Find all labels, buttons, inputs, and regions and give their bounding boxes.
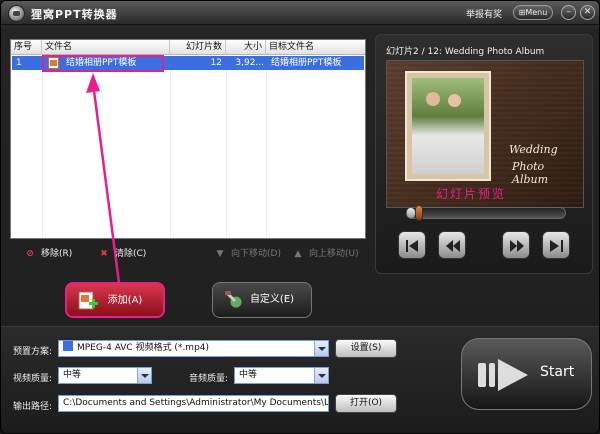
prev-slide-button[interactable]	[438, 231, 466, 259]
audio-quality-value: 中等	[239, 370, 258, 380]
rewind-icon	[446, 240, 460, 252]
wedding-photo	[412, 78, 484, 174]
preset-label: 预置方案:	[13, 347, 53, 357]
remove-button[interactable]: ⊘ 移除(R)	[24, 247, 72, 261]
chevron-down-icon	[314, 368, 328, 383]
start-arrow-icon	[478, 359, 528, 391]
next-slide-button[interactable]	[502, 231, 530, 259]
list-actions-bar: ⊘ 移除(R) ✖ 清除(C) ▼ 向下移动(D) ▲ 向上移动(U)	[10, 245, 366, 263]
arrow-down-icon: ▼	[216, 249, 224, 259]
tools-icon	[224, 290, 243, 309]
start-button[interactable]: Start	[461, 338, 592, 410]
clear-icon: ✖	[100, 249, 108, 259]
move-up-button[interactable]: ▲ 向上移动(U)	[292, 247, 359, 261]
preview-slider[interactable]	[406, 205, 566, 221]
audio-quality-select[interactable]: 中等	[234, 367, 329, 384]
output-path-value: C:\Documents and Settings\Administrator\…	[63, 398, 329, 408]
no-entry-icon: ⊘	[26, 249, 34, 259]
output-path-input[interactable]: C:\Documents and Settings\Administrator\…	[58, 395, 329, 412]
audio-quality-label: 音频质量:	[189, 374, 229, 384]
clear-button[interactable]: ✖ 清除(C)	[98, 247, 146, 261]
start-label: Start	[540, 364, 575, 380]
video-quality-select[interactable]: 中等	[58, 367, 152, 384]
fast-forward-icon	[510, 240, 524, 252]
slide-text-1: Wedding	[509, 143, 558, 156]
preset-value: MPEG-4 AVC 视频格式 (*.mp4)	[77, 343, 210, 353]
first-slide-button[interactable]	[398, 231, 426, 259]
skip-forward-icon	[550, 240, 563, 252]
settings-button[interactable]: 设置(S)	[335, 339, 397, 358]
clear-label: 清除(C)	[115, 249, 147, 259]
move-up-label: 向上移动(U)	[309, 249, 359, 259]
add-ppt-icon	[78, 291, 98, 310]
video-quality-label: 视频质量:	[13, 374, 53, 384]
preset-select[interactable]: MPEG-4 AVC 视频格式 (*.mp4)	[58, 340, 329, 357]
app-window: 狸窝PPT转换器 举报有奖 ⊞Menu – ✕ 序号 文件名 幻灯片数 大小 目…	[0, 0, 600, 434]
preview-label: 幻灯片预览	[436, 187, 507, 201]
video-quality-value: 中等	[63, 370, 82, 380]
custom-button[interactable]: 自定义(E)	[212, 282, 312, 318]
remove-label: 移除(R)	[41, 249, 73, 259]
preview-slider-thumb[interactable]	[415, 205, 423, 221]
preview-title: 幻灯片2 / 12: Wedding Photo Album	[386, 47, 545, 57]
move-down-button[interactable]: ▼ 向下移动(D)	[214, 247, 281, 261]
preview-slider-fill	[407, 208, 415, 218]
chevron-down-icon	[314, 341, 328, 356]
chevron-down-icon	[137, 368, 151, 383]
arrow-up-icon: ▲	[294, 249, 302, 259]
skip-back-icon	[406, 240, 418, 252]
video-format-icon	[63, 341, 73, 351]
slide-text-2: Photo Album	[512, 160, 549, 186]
add-button[interactable]: 添加(A)	[65, 282, 165, 318]
preview-panel: 幻灯片2 / 12: Wedding Photo Album Wedding P…	[375, 34, 593, 274]
photo-frame	[405, 71, 491, 181]
open-button[interactable]: 打开(O)	[335, 394, 397, 413]
last-slide-button[interactable]	[542, 231, 570, 259]
move-down-label: 向下移动(D)	[231, 249, 281, 259]
output-path-label: 输出路径:	[13, 402, 53, 412]
